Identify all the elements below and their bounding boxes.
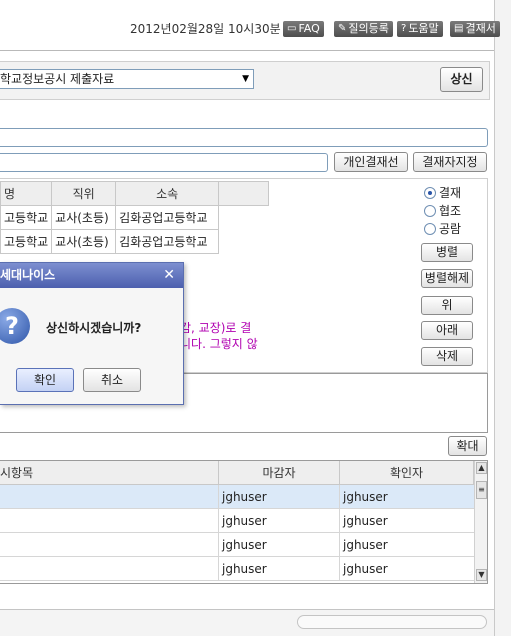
approver-row[interactable]: 고등학교 교사(초등) 김화공업고등학교: [0, 229, 269, 254]
approver-name: 고등학교: [0, 205, 53, 230]
inquiry-register-button[interactable]: ✎ 질의등록: [334, 21, 393, 37]
approver-header-row: 명 직위 소속: [0, 181, 270, 206]
radio-view[interactable]: 공람: [424, 220, 461, 237]
grid-cell-closer: jghuser: [219, 533, 340, 557]
grid-cell-confirmer: jghuser: [343, 538, 388, 552]
unparallel-button[interactable]: 병렬해제: [421, 269, 473, 288]
scroll-thumb[interactable]: ≡: [476, 481, 487, 499]
approval-notice: 감, 교장)로 결 니다. 그렇지 않: [180, 321, 258, 351]
header-divider: [0, 50, 494, 51]
grid-header-closer: 마감자: [219, 461, 340, 485]
question-icon: ?: [401, 23, 407, 34]
grid-row[interactable]: jghuser jghuser: [0, 509, 474, 533]
approver-dept: 김화공업고등학교: [115, 229, 220, 254]
confirm-dialog: 세대나이스 ✕ ? 상신하시겠습니까? 확인 취소: [0, 262, 184, 405]
approver-row[interactable]: 고등학교 교사(초등) 김화공업고등학교: [0, 205, 269, 230]
grid-scrollbar[interactable]: ▲ ≡ ▼: [474, 461, 487, 583]
move-down-button[interactable]: 아래: [421, 321, 473, 340]
window-edge: [494, 0, 511, 636]
personal-line-button[interactable]: 개인결재선: [334, 152, 408, 172]
doc-type-select[interactable]: 학교정보공시 제출자료 ▼: [0, 69, 254, 89]
close-icon[interactable]: ✕: [163, 263, 175, 288]
current-datetime: 2012년02월28일 10시30분: [130, 22, 281, 36]
grid-header-item: 시항목: [0, 461, 219, 485]
col-extra: [218, 181, 270, 206]
chevron-down-icon: ▼: [242, 74, 249, 84]
approver-name: 고등학교: [0, 229, 53, 254]
item-grid: 시항목 마감자 확인자 jghuser jghuser jghuser jghu…: [0, 460, 488, 584]
cancel-button[interactable]: 취소: [83, 368, 141, 392]
help-button[interactable]: ? 도움말: [397, 21, 443, 37]
move-up-button[interactable]: 위: [421, 296, 473, 315]
question-icon: ?: [0, 308, 30, 344]
radio-empty-icon: [424, 204, 436, 217]
radio-cooperate[interactable]: 협조: [424, 202, 461, 219]
grid-cell-closer: jghuser: [219, 485, 340, 509]
approver-empty: [219, 230, 269, 254]
delete-button[interactable]: 삭제: [421, 347, 473, 366]
approval-line-input[interactable]: [0, 153, 328, 172]
grid-cell-confirmer: jghuser: [343, 490, 388, 504]
grid-header-confirmer: 확인자: [340, 461, 474, 485]
pencil-icon: ✎: [338, 23, 347, 34]
approver-position: 교사(초등): [51, 205, 117, 230]
approver-dept: 김화공업고등학교: [115, 205, 220, 230]
approval-doc-button[interactable]: ▤ 결재서: [450, 21, 500, 37]
grid-cell-item: [0, 509, 219, 533]
scroll-up-icon[interactable]: ▲: [476, 462, 487, 474]
approver-table: 명 직위 소속 고등학교 교사(초등) 김화공업고등학교 고등학교 교사(초등)…: [0, 181, 270, 254]
grid-cell-item: [0, 485, 219, 509]
submit-button[interactable]: 상신: [440, 67, 483, 92]
dialog-message: 상신하시겠습니까?: [46, 321, 142, 335]
grid-row[interactable]: jghuser jghuser: [0, 533, 474, 557]
title-input[interactable]: [0, 128, 488, 147]
grid-cell-closer: jghuser: [219, 557, 340, 581]
ok-button[interactable]: 확인: [16, 368, 74, 392]
radio-approve[interactable]: 결재: [424, 184, 461, 201]
grid-row[interactable]: jghuser jghuser: [0, 557, 474, 581]
document-icon: ▤: [454, 23, 464, 34]
parallel-button[interactable]: 병렬: [421, 243, 473, 262]
grid-cell-confirmer: jghuser: [343, 562, 388, 576]
col-dept: 소속: [115, 181, 220, 206]
grid-cell-confirmer: jghuser: [343, 514, 388, 528]
col-name: 명: [0, 181, 53, 206]
radio-empty-icon: [424, 222, 436, 235]
scroll-down-icon[interactable]: ▼: [476, 569, 487, 581]
dialog-title: 세대나이스: [0, 263, 183, 288]
horizontal-scrollbar[interactable]: [297, 615, 487, 629]
approver-empty: [219, 206, 269, 230]
grid-cell-item: [0, 557, 219, 581]
approver-position: 교사(초등): [51, 229, 117, 254]
expand-button[interactable]: 확대: [448, 436, 487, 456]
faq-button[interactable]: ▭ FAQ: [283, 21, 324, 37]
assign-approver-button[interactable]: 결재자지정: [413, 152, 487, 172]
grid-cell-closer: jghuser: [219, 509, 340, 533]
grid-row[interactable]: jghuser jghuser: [0, 485, 474, 509]
radio-selected-icon: [424, 186, 436, 199]
chat-icon: ▭: [287, 23, 297, 34]
grid-cell-item: [0, 533, 219, 557]
col-position: 직위: [51, 181, 117, 206]
